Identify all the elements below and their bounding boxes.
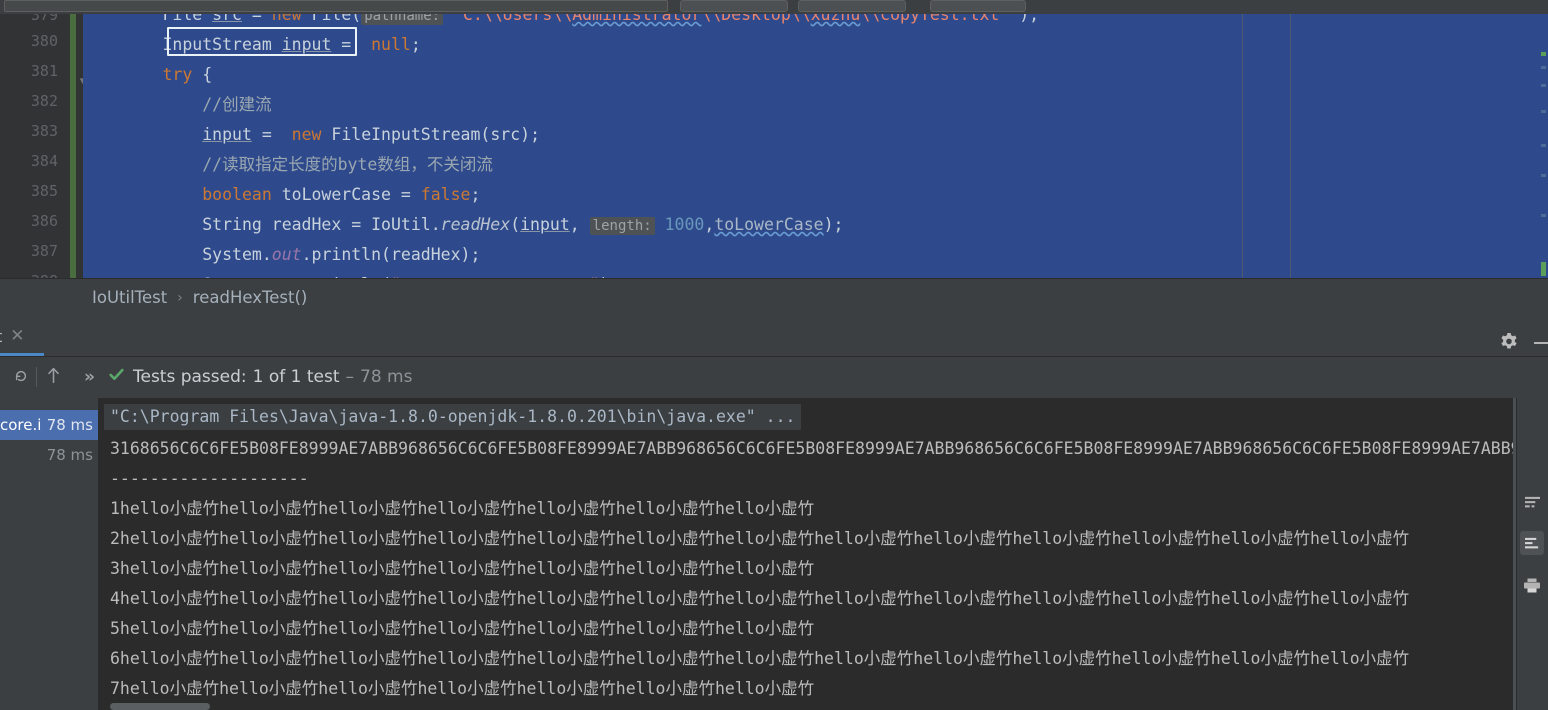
line-number: 382 <box>30 92 58 110</box>
code-text-area[interactable]: File src = new File(pathname: "C:\\Users… <box>83 14 1548 278</box>
editor-marker-strip[interactable] <box>1536 14 1548 278</box>
marker-change <box>1541 52 1546 56</box>
console-line: 3hello小虚竹hello小虚竹hello小虚竹hello小虚竹hello小虚… <box>110 559 815 578</box>
code-line-382: //创建流 <box>202 95 272 114</box>
code-line-387: System.out.println(readHex); <box>202 245 481 264</box>
marker-usage <box>1541 214 1546 217</box>
marker-usage <box>1541 66 1546 69</box>
soft-wrap-icon[interactable] <box>1520 490 1544 514</box>
status-dash: – <box>345 367 355 387</box>
console-line: 1hello小虚竹hello小虚竹hello小虚竹hello小虚竹hello小虚… <box>110 499 815 518</box>
line-number: 385 <box>30 182 58 200</box>
breadcrumb-item-method[interactable]: readHexTest() <box>193 288 308 307</box>
line-number: 383 <box>30 122 58 140</box>
test-tree-row[interactable]: 78 ms <box>0 440 98 470</box>
line-number: 384 <box>30 152 58 170</box>
console-line: 3168656C6C6FE5B08FE8999AE7ABB968656C6C6F… <box>110 439 1516 458</box>
test-passed-check-icon <box>108 366 125 388</box>
console-line: 4hello小虚竹hello小虚竹hello小虚竹hello小虚竹hello小虚… <box>110 589 1410 608</box>
breadcrumb-item-class[interactable]: IoUtilTest <box>92 288 167 307</box>
gear-icon[interactable] <box>1497 331 1521 355</box>
status-count: 1 of 1 test <box>252 367 340 387</box>
print-icon[interactable] <box>1520 573 1544 597</box>
console-command-line: "C:\Program Files\Java\java-1.8.0-openjd… <box>104 404 802 430</box>
code-line-379: File src = new File(pathname: "C:\\Users… <box>83 14 1548 30</box>
close-icon[interactable]: ✕ <box>10 327 24 345</box>
breadcrumb[interactable]: IoUtilTest › readHexTest() <box>0 278 1548 316</box>
line-number: 388 <box>0 266 58 278</box>
tab-active-indicator <box>0 353 44 356</box>
console-horizontal-scrollbar[interactable] <box>110 703 210 710</box>
toolbar-button-3-partial[interactable] <box>930 0 1026 12</box>
console-line: -------------------- <box>110 469 309 488</box>
test-runner-toolbar: » Tests passed: 1 of 1 test – 78 ms <box>0 357 1548 397</box>
toolbar-button-2-partial[interactable] <box>798 0 906 12</box>
console-action-rail <box>1516 398 1548 710</box>
line-number: 387 <box>30 242 58 260</box>
top-chrome-strip <box>0 0 1548 14</box>
editor-gutter[interactable]: 379 380 381 382 383 384 385 386 387 388 <box>0 14 70 278</box>
right-margin-guide <box>1242 14 1243 278</box>
toolbar-button-1-partial[interactable] <box>680 0 788 12</box>
find-field-partial[interactable] <box>4 0 668 12</box>
console-line: 2hello小虚竹hello小虚竹hello小虚竹hello小虚竹hello小虚… <box>110 529 1410 548</box>
console-line: 7hello小虚竹hello小虚竹hello小虚竹hello小虚竹hello小虚… <box>110 679 815 698</box>
tool-window-tabbar: t ✕ <box>0 316 1548 357</box>
line-number: 386 <box>30 212 58 230</box>
right-margin-guide-2 <box>1290 14 1291 278</box>
test-name: core.i( <box>0 416 42 434</box>
code-editor[interactable]: 379 380 381 382 383 384 385 386 387 388 … <box>0 14 1548 278</box>
minimize-icon[interactable] <box>1534 342 1548 344</box>
line-number: 380 <box>30 32 58 50</box>
expand-all-icon[interactable]: » <box>84 367 95 387</box>
scroll-to-end-icon[interactable] <box>1520 531 1544 555</box>
code-line-383: input = new FileInputStream(src); <box>202 125 540 144</box>
tab-label: t <box>0 327 2 346</box>
test-results-tree[interactable]: core.i( 78 ms 78 ms <box>0 398 98 710</box>
line-number: 381 <box>30 62 58 80</box>
status-label: Tests passed: <box>132 367 247 387</box>
toolbar-separator <box>36 367 37 387</box>
sort-alphabetically-icon[interactable] <box>45 365 62 389</box>
code-line-386: String readHex = IoUtil.readHex(input, l… <box>202 215 844 235</box>
code-line-388: System.out.println("-------------------"… <box>83 270 1548 278</box>
test-duration: 78 ms <box>46 446 93 464</box>
breadcrumb-separator-icon: › <box>177 289 183 306</box>
console-line: 6hello小虚竹hello小虚竹hello小虚竹hello小虚竹hello小虚… <box>110 649 1410 668</box>
console-line: 5hello小虚竹hello小虚竹hello小虚竹hello小虚竹hello小虚… <box>110 619 815 638</box>
marker-usage <box>1541 110 1546 113</box>
code-line-384: //读取指定长度的byte数组，不关闭流 <box>202 155 493 174</box>
test-duration: 78 ms <box>46 416 93 434</box>
ide-window: 379 380 381 382 383 384 385 386 387 388 … <box>0 0 1548 710</box>
marker-usage <box>1541 174 1546 177</box>
rerun-failed-tests-icon[interactable] <box>14 368 28 387</box>
test-tree-row-selected[interactable]: core.i( 78 ms <box>0 410 98 440</box>
status-time: 78 ms <box>360 367 413 387</box>
console-output[interactable]: "C:\Program Files\Java\java-1.8.0-openjd… <box>98 398 1516 710</box>
code-line-381: try { <box>162 65 213 84</box>
tab-test-run[interactable]: t ✕ <box>0 316 35 356</box>
gutter-separator <box>76 14 83 278</box>
marker-usage <box>1541 144 1546 147</box>
marker-usage <box>1541 84 1546 87</box>
code-line-385: boolean toLowerCase = false; <box>202 185 481 204</box>
rail-divider <box>1516 398 1517 710</box>
marker-change <box>1541 262 1546 276</box>
run-tool-window: t ✕ <box>0 316 1548 710</box>
code-line-380: InputStream input = null; <box>162 35 421 54</box>
